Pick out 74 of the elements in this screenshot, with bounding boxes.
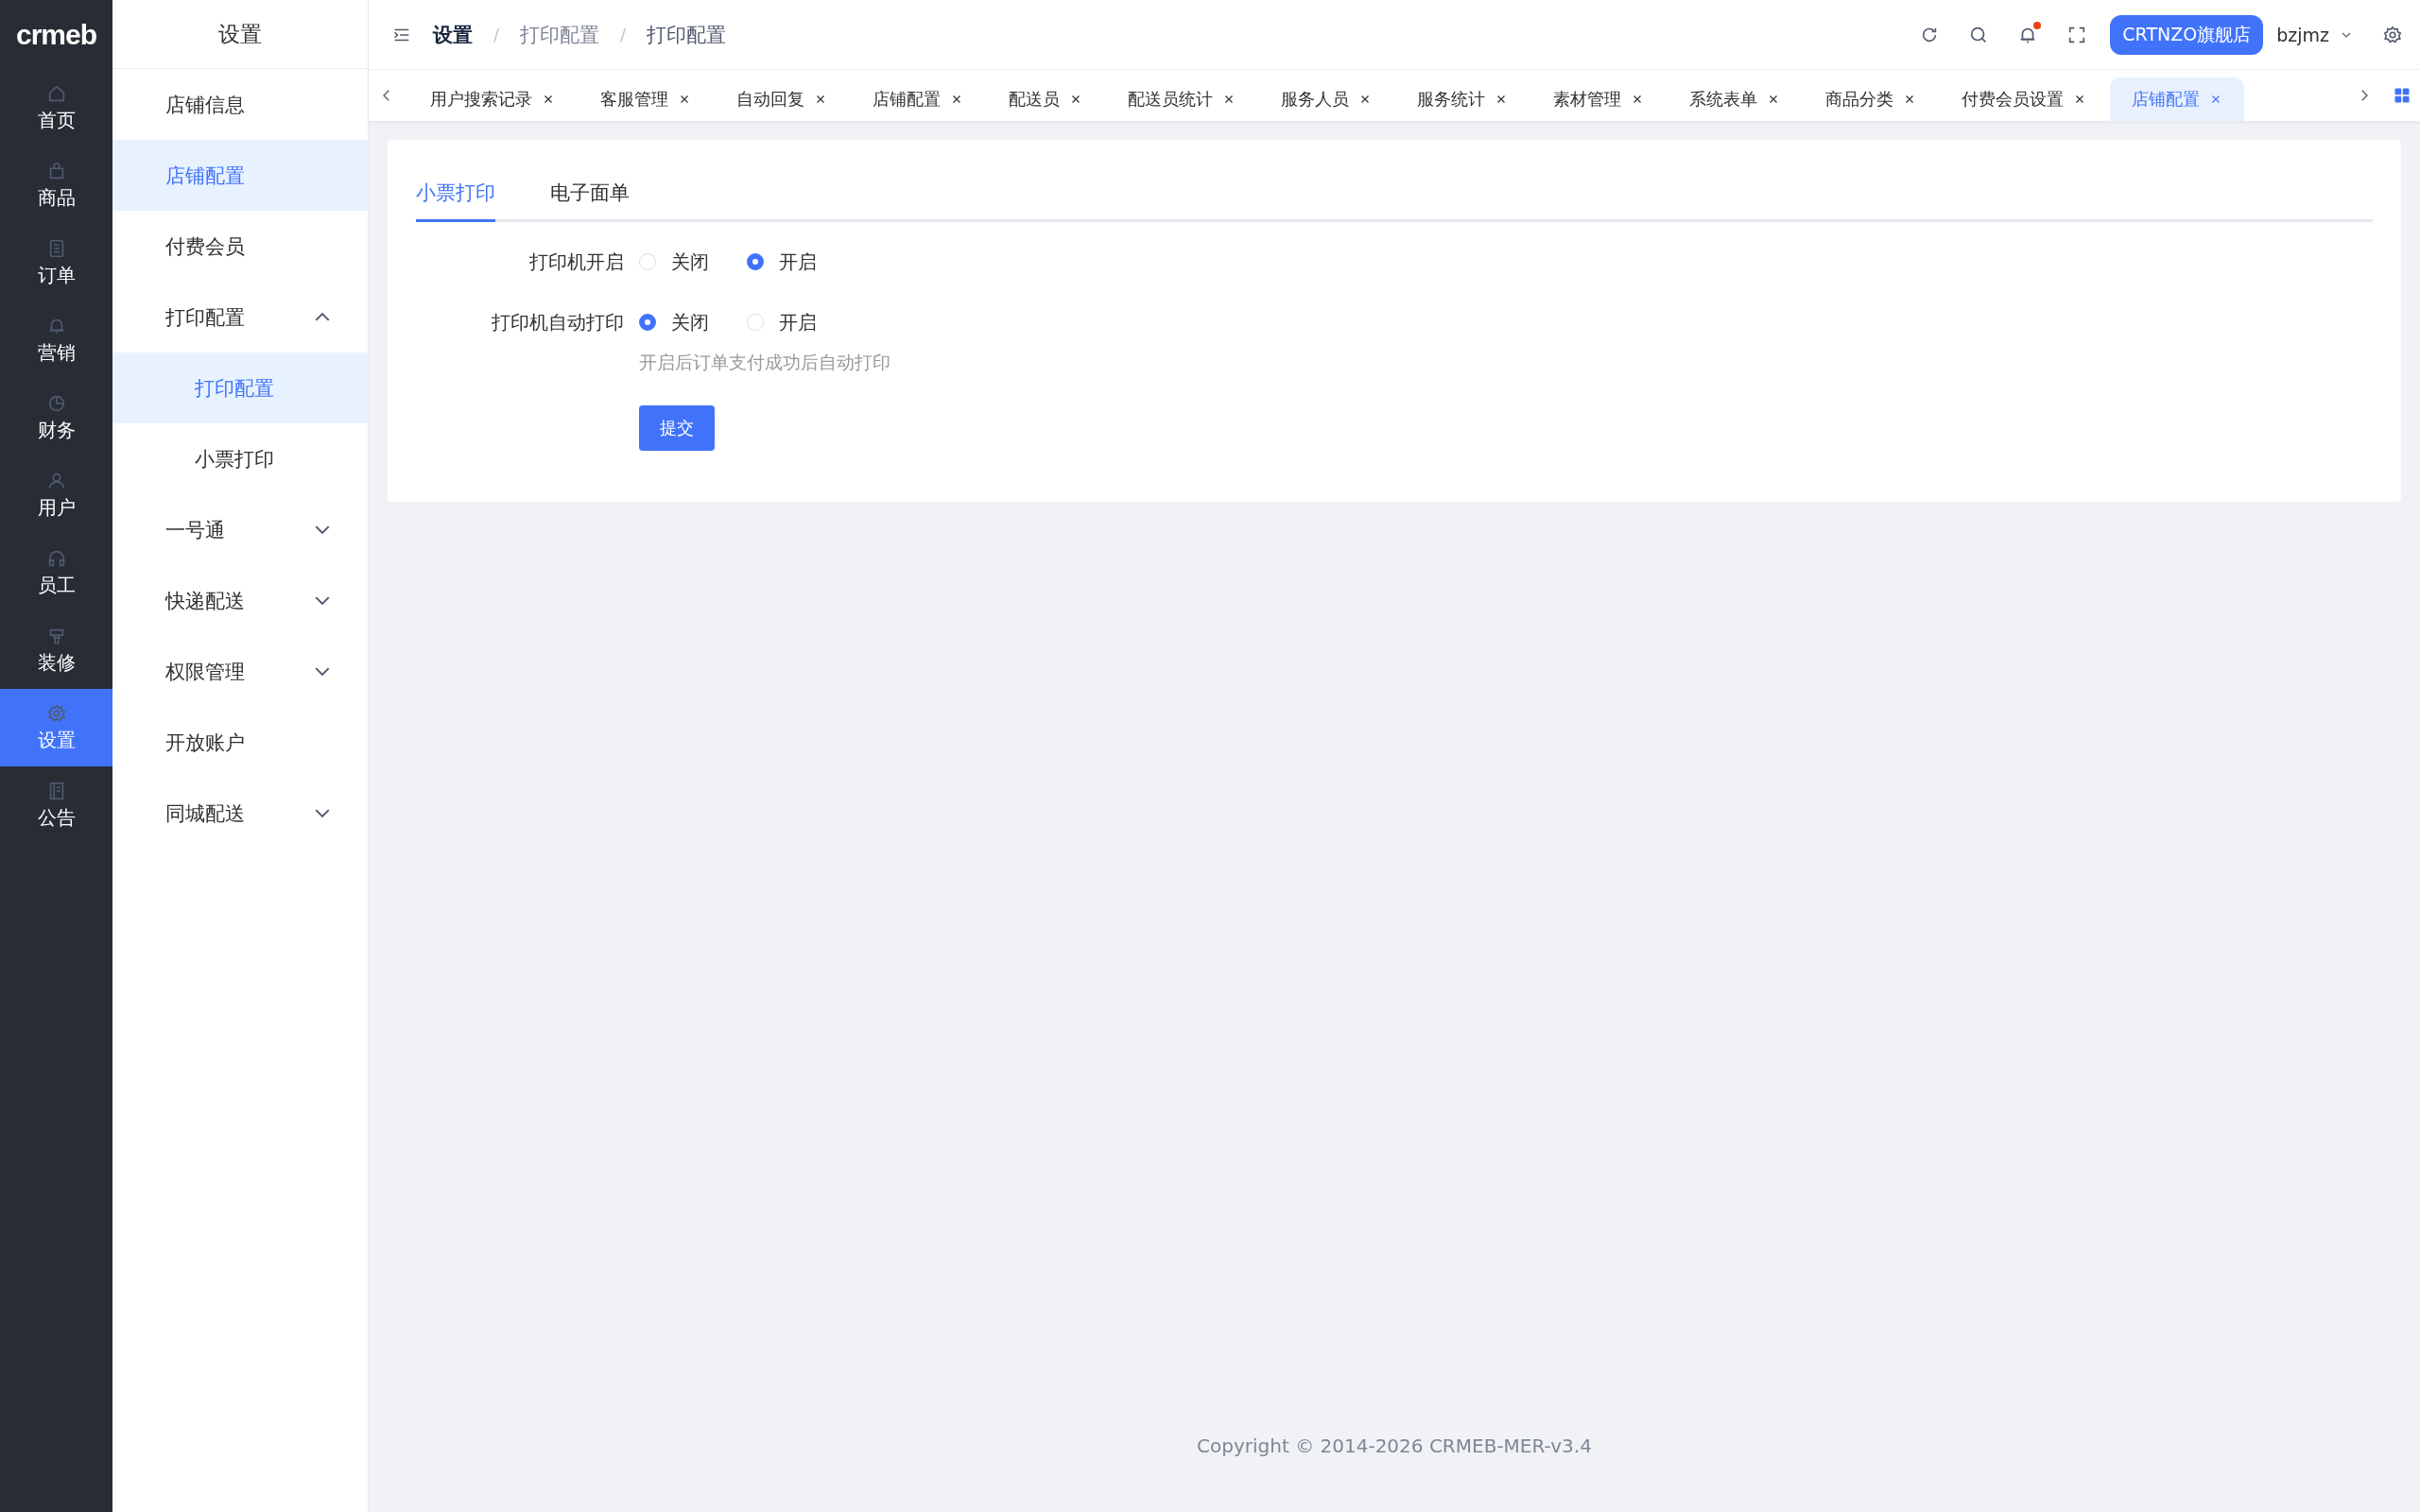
submenu-item[interactable]: 小票打印 [112,423,368,494]
chevron-up-icon [315,313,330,321]
nav-item[interactable]: 首页 [0,69,112,146]
page-tab[interactable]: 配送员统计 [1106,77,1257,121]
settings-icon[interactable] [2382,24,2403,45]
radio-label[interactable]: 关闭 [671,309,709,335]
chevron-down-icon [315,667,330,676]
nav-item[interactable]: 商品 [0,146,112,224]
content-tab[interactable]: 小票打印 [416,166,495,222]
submenu-title: 设置 [112,0,368,69]
content-tab[interactable]: 电子面单 [550,166,630,222]
nav-label: 营销 [37,339,76,366]
nav-item[interactable]: 公告 [0,766,112,844]
nav-label: 装修 [37,649,76,676]
page-tab[interactable]: 店铺配置 [2110,77,2244,121]
page-tab[interactable]: 自动回复 [715,77,849,121]
submenu-item[interactable]: 权限管理 [112,636,368,707]
submenu-item[interactable]: 店铺配置 [112,140,368,211]
page-tab[interactable]: 店铺配置 [851,77,985,121]
nav-item[interactable]: 用户 [0,456,112,534]
nav-label: 公告 [37,804,76,831]
hint-text: 开启后订单支付成功后自动打印 [639,351,890,374]
breadcrumb-item[interactable]: 打印配置 [520,21,600,48]
nav-item[interactable]: 财务 [0,379,112,456]
radio-label[interactable]: 开启 [779,309,817,335]
field-label: 打印机自动打印 [491,310,625,335]
field-label: 打印机开启 [528,249,625,275]
submenu-item[interactable]: 店铺信息 [112,69,368,140]
submit-button[interactable]: 提交 [639,405,715,451]
submenu-item[interactable]: 一号通 [112,494,368,565]
submenu-item[interactable]: 快递配送 [112,565,368,636]
page-tab[interactable]: 付费会员设置 [1940,77,2108,121]
copyright-text: Copyright © 2014-2026 CRMEB-MER-v3.4 [1196,1435,1593,1457]
nav-label: 订单 [37,262,76,288]
submenu-item[interactable]: 同城配送 [112,778,368,849]
submenu-item[interactable]: 付费会员 [112,211,368,282]
user-name[interactable]: bzjmz [2276,24,2329,45]
grid-icon[interactable] [2394,87,2411,104]
chevron-down-icon [315,525,330,534]
submenu-item[interactable]: 打印配置 [112,282,368,352]
nav-label: 设置 [37,727,76,753]
nav-label: 商品 [37,184,76,211]
breadcrumb-separator: / [493,25,500,44]
page-tab[interactable]: 商品分类 [1804,77,1938,121]
settings-icon [45,702,67,724]
nav-label: 财务 [37,417,76,443]
nav-item[interactable]: 营销 [0,301,112,379]
breadcrumb-item: 打印配置 [647,22,727,48]
page-tab[interactable]: 素材管理 [1531,77,1666,121]
submenu-item[interactable]: 开放账户 [112,707,368,778]
chevron-down-icon [315,596,330,605]
store-button[interactable]: CRTNZO旗舰店 [2110,14,2264,55]
radio-button[interactable] [747,253,764,270]
radio-button[interactable] [639,314,656,331]
submenu-item[interactable]: 打印配置 [112,352,368,423]
nav-label: 员工 [37,572,76,598]
breadcrumb-item[interactable]: 设置 [433,21,473,48]
nav-label: 首页 [37,107,76,133]
page-tab[interactable]: 服务人员 [1259,77,1393,121]
nav-label: 用户 [37,494,76,521]
nav-item[interactable]: 员工 [0,534,112,611]
page-tab[interactable]: 服务统计 [1395,77,1530,121]
breadcrumb-separator: / [620,25,627,44]
nav-item[interactable]: 设置 [0,689,112,766]
page-tab[interactable]: 系统表单 [1668,77,1802,121]
nav-item[interactable]: 订单 [0,224,112,301]
page-tab[interactable]: 配送员 [987,77,1104,121]
radio-label[interactable]: 关闭 [671,249,709,275]
nav-item[interactable]: 装修 [0,611,112,689]
page-tab[interactable]: 用户搜索记录 [408,77,577,121]
page-tab[interactable]: 客服管理 [579,77,713,121]
chevron-down-icon [315,809,330,817]
logo: crmeb [14,17,97,52]
radio-label[interactable]: 开启 [779,249,817,275]
